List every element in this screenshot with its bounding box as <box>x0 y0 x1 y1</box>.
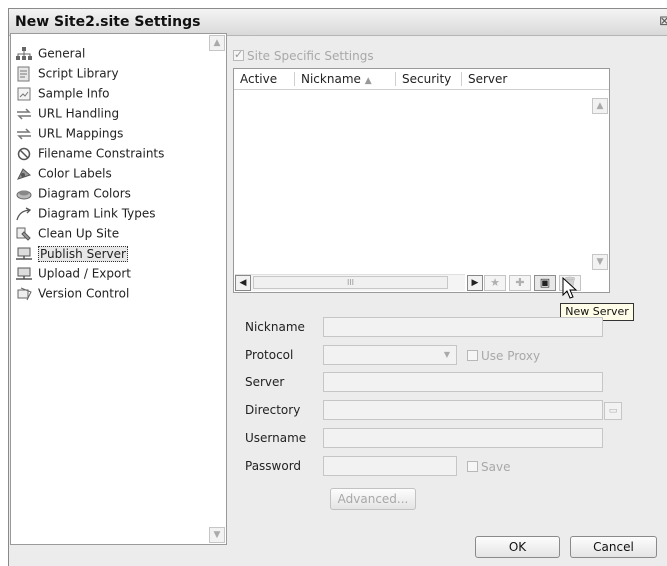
scroll-down-icon[interactable]: ▼ <box>592 254 608 270</box>
sidebar-item-sample-info[interactable]: Sample Info <box>15 84 110 102</box>
username-label: Username <box>245 431 307 445</box>
password-label: Password <box>245 459 302 473</box>
sidebar-item-color-labels[interactable]: Color Labels <box>15 164 112 182</box>
category-list[interactable]: General Script Library Sample Info URL H… <box>10 33 227 545</box>
scroll-up-icon[interactable]: ▲ <box>592 98 608 114</box>
sidebar-item-upload-export[interactable]: Upload / Export <box>15 264 131 282</box>
sidebar-item-diagram-colors[interactable]: Diagram Colors <box>15 184 131 202</box>
scroll-down-icon[interactable]: ▼ <box>209 527 225 543</box>
arrows-icon <box>17 107 31 120</box>
protocol-select[interactable]: ▼ <box>323 345 457 365</box>
paint-icon <box>16 190 32 199</box>
sidebar-item-filename-constraints[interactable]: Filename Constraints <box>15 144 164 162</box>
sort-ascending-icon: ▲ <box>364 76 372 86</box>
folder-icon: ▭ <box>608 406 618 416</box>
column-header-server[interactable]: Server <box>462 72 507 86</box>
cancel-button[interactable]: Cancel <box>570 536 657 558</box>
title-bar: New Site2.site Settings ⊠ <box>9 9 667 36</box>
no-entry-icon <box>17 147 31 160</box>
advanced-button[interactable]: Advanced... <box>330 488 416 510</box>
checkbox[interactable] <box>467 350 478 361</box>
ok-button[interactable]: OK <box>475 536 560 558</box>
nickname-field[interactable] <box>323 317 603 337</box>
scroll-left-icon[interactable]: ◀ <box>235 275 251 291</box>
mouse-cursor-icon <box>562 277 578 299</box>
sitemap-icon <box>16 46 32 60</box>
sidebar-item-url-mappings[interactable]: URL Mappings <box>15 124 123 142</box>
protocol-label: Protocol <box>245 348 294 362</box>
use-proxy-checkbox[interactable]: Use Proxy <box>467 345 540 365</box>
table-header: Active Nickname ▲ Security Server <box>234 69 609 90</box>
window-title: New Site2.site Settings <box>15 14 201 30</box>
sidebar-item-general[interactable]: General <box>15 44 85 62</box>
sidebar-item-clean-up-site[interactable]: Clean Up Site <box>15 224 119 242</box>
broom-icon <box>16 227 31 241</box>
table-horizontal-scrollbar[interactable]: ◀ III ▶ <box>235 274 483 291</box>
save-password-checkbox[interactable]: Save <box>467 456 510 476</box>
scroll-right-icon[interactable]: ▶ <box>467 275 483 291</box>
page-icon <box>17 87 31 100</box>
server-table[interactable]: Active Nickname ▲ Security Server ▲ ▼ ◀ … <box>233 68 610 293</box>
sidebar-item-publish-server[interactable]: Publish Server <box>15 244 128 262</box>
add-button[interactable]: ✚ <box>509 275 531 291</box>
use-proxy-label: Use Proxy <box>481 348 541 363</box>
column-header-nickname[interactable]: Nickname ▲ <box>295 72 396 86</box>
browse-folder-button[interactable]: ▭ <box>604 402 622 420</box>
directory-label: Directory <box>245 403 301 417</box>
close-icon[interactable]: ⊠ <box>659 14 667 29</box>
server-icon <box>16 247 32 260</box>
set-default-button[interactable]: ★ <box>484 275 506 291</box>
checkbox[interactable] <box>233 48 244 61</box>
link-arrow-icon <box>16 206 32 220</box>
column-header-security[interactable]: Security <box>396 72 462 86</box>
nickname-label: Nickname <box>245 320 305 334</box>
sidebar-item-script-library[interactable]: Script Library <box>15 64 119 82</box>
sidebar-item-url-handling[interactable]: URL Handling <box>15 104 119 122</box>
site-specific-checkbox[interactable]: Site Specific Settings <box>233 48 374 63</box>
new-server-button[interactable]: ▣ <box>534 275 556 291</box>
server-field[interactable] <box>323 372 603 392</box>
scroll-thumb[interactable]: III <box>253 276 448 289</box>
palette-icon <box>17 167 31 180</box>
column-header-active[interactable]: Active <box>234 72 295 86</box>
chevron-down-icon: ▼ <box>443 350 451 359</box>
site-specific-label: Site Specific Settings <box>247 48 374 63</box>
sidebar-item-diagram-link-types[interactable]: Diagram Link Types <box>15 204 156 222</box>
arrows-icon <box>17 127 31 140</box>
save-password-label: Save <box>481 459 511 474</box>
sidebar-item-version-control[interactable]: Version Control <box>15 284 129 302</box>
scroll-up-icon[interactable]: ▲ <box>209 35 225 51</box>
category-scrollbar[interactable]: ▲ ▼ <box>209 35 225 543</box>
password-field[interactable] <box>323 456 457 476</box>
new-server-icon: ▣ <box>539 276 551 289</box>
directory-field[interactable] <box>323 400 603 420</box>
checkbox[interactable] <box>467 461 478 472</box>
column-header-label: Nickname <box>301 72 361 86</box>
username-field[interactable] <box>323 428 603 448</box>
version-icon <box>17 287 32 300</box>
script-icon <box>17 66 30 81</box>
upload-icon <box>16 267 32 280</box>
table-vertical-scrollbar[interactable]: ▲ ▼ <box>592 90 608 270</box>
server-label: Server <box>245 375 285 389</box>
